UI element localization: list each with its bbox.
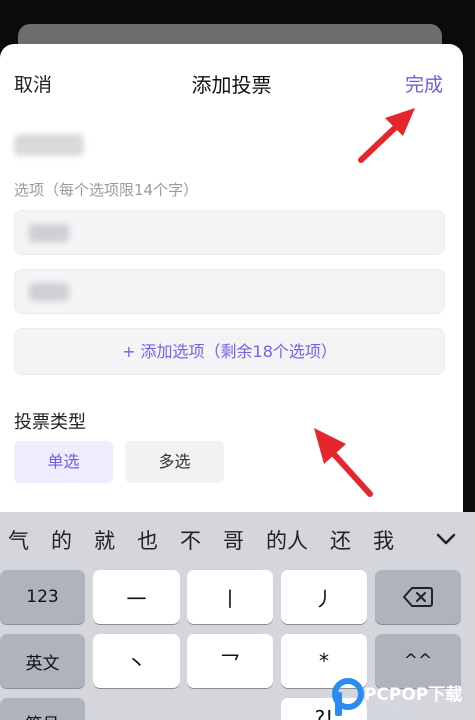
vote-type-label: 投票类型: [14, 412, 86, 433]
key-english[interactable]: 英文: [0, 634, 85, 688]
backspace-key[interactable]: [375, 570, 461, 624]
arrow-to-done-icon: [358, 108, 415, 163]
vote-title-blurred[interactable]: [14, 134, 84, 156]
key-123[interactable]: 123: [0, 570, 85, 624]
options-hint: 选项（每个选项限14个字）: [14, 181, 199, 199]
option-input-2[interactable]: [14, 269, 445, 314]
key-symbols[interactable]: 符号: [0, 698, 85, 720]
key-stroke-heng[interactable]: 一: [93, 570, 180, 624]
backspace-icon: [403, 587, 433, 607]
candidate-1[interactable]: 气: [8, 525, 29, 555]
candidate-6[interactable]: 哥: [223, 525, 244, 555]
screen: 取消 添加投票 完成 选项（每个选项限14个字） + 添加选项（剩余18个选项）…: [0, 0, 475, 720]
candidate-8[interactable]: 还: [330, 525, 351, 555]
candidate-3[interactable]: 就: [94, 525, 115, 555]
key-stroke-dian[interactable]: 丶: [93, 634, 180, 688]
key-stroke-zhe[interactable]: 乛: [187, 634, 273, 688]
pcpop-logo-icon: [332, 678, 364, 716]
key-stroke-shu[interactable]: 丨: [187, 570, 273, 624]
chevron-down-icon[interactable]: [431, 526, 461, 552]
option-1-blurred-text: [29, 224, 69, 242]
add-option-button[interactable]: + 添加选项（剩余18个选项）: [14, 328, 445, 375]
done-button[interactable]: 完成: [405, 70, 443, 97]
arrow-to-vote-type-icon: [314, 428, 373, 497]
single-choice-button[interactable]: 单选: [14, 441, 113, 483]
candidate-2[interactable]: 的: [51, 525, 72, 555]
watermark-sub: PCPOP Download: [366, 702, 418, 709]
page-title: 添加投票: [191, 73, 272, 97]
candidate-7[interactable]: 的人: [266, 525, 308, 555]
key-stroke-pie[interactable]: 丿: [281, 570, 367, 624]
candidate-4[interactable]: 也: [137, 525, 158, 555]
candidate-bar: 气 的 就 也 不 哥 的人 还 我: [0, 512, 475, 568]
option-2-blurred-text: [29, 283, 69, 301]
candidate-5[interactable]: 不: [180, 525, 201, 555]
option-input-1[interactable]: [14, 210, 445, 255]
multi-choice-button[interactable]: 多选: [125, 441, 224, 483]
pcpop-watermark: PCPOP下载 PCPOP Download: [328, 676, 475, 720]
candidate-9[interactable]: 我: [373, 525, 394, 555]
